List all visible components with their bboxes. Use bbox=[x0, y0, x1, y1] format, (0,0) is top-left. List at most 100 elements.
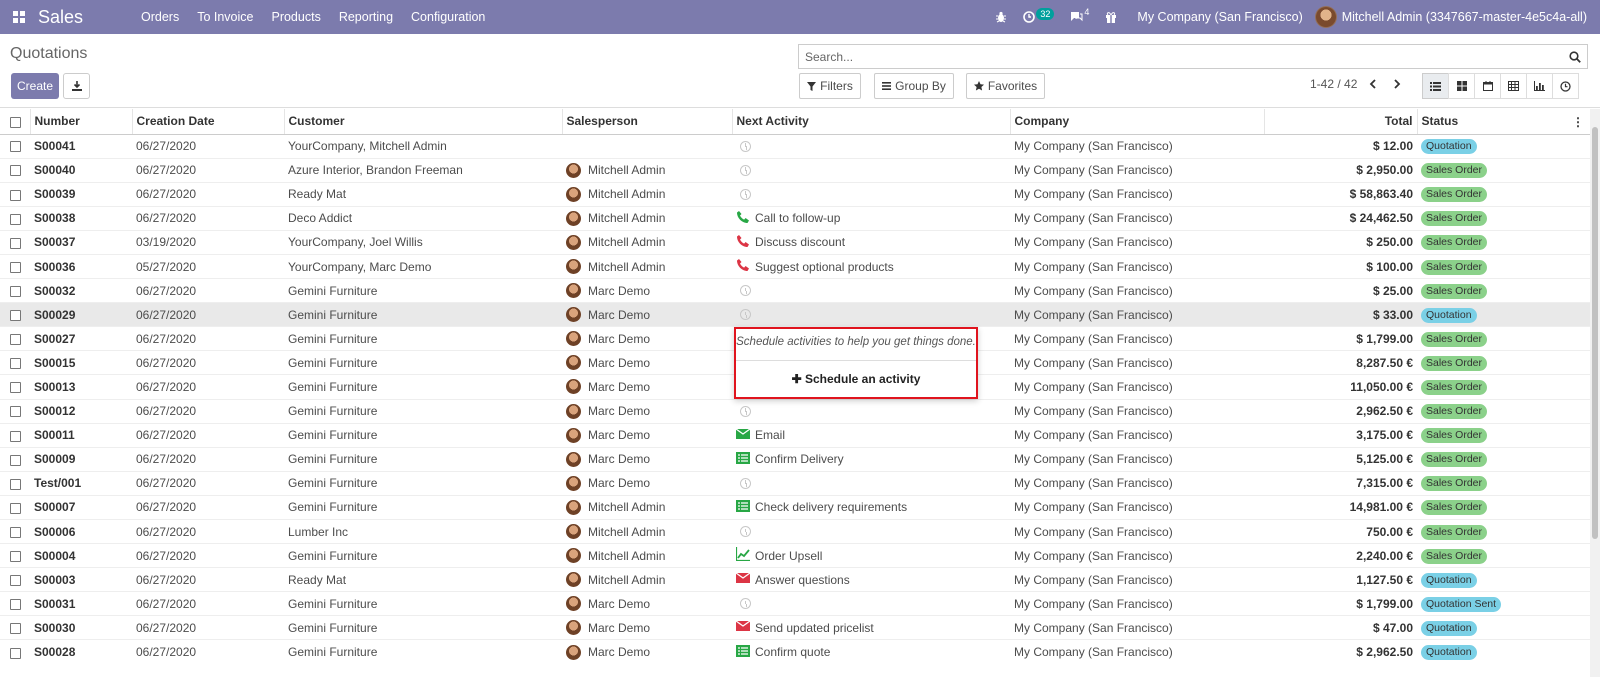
filters-button[interactable]: Filters bbox=[799, 73, 861, 99]
table-row[interactable]: S00041 06/27/2020 YourCompany, Mitchell … bbox=[0, 133, 1590, 159]
column-header-total[interactable]: Total bbox=[1263, 109, 1417, 135]
activity-item[interactable]: Call to follow-up bbox=[736, 210, 1006, 227]
clock-icon[interactable] bbox=[740, 598, 751, 610]
column-header-customer[interactable]: Customer bbox=[283, 109, 562, 135]
debug-bug-icon[interactable] bbox=[987, 0, 1015, 34]
row-checkbox[interactable] bbox=[0, 278, 30, 303]
clock-icon[interactable] bbox=[740, 309, 751, 321]
pager-value[interactable]: 1-42 / 42 bbox=[1310, 77, 1357, 91]
column-header-status[interactable]: Status ⋮ bbox=[1416, 109, 1590, 135]
row-checkbox[interactable] bbox=[0, 615, 30, 640]
table-row[interactable]: S00007 06/27/2020 Gemini Furniture Mitch… bbox=[0, 494, 1590, 520]
table-row[interactable]: S00004 06/27/2020 Gemini Furniture Mitch… bbox=[0, 543, 1590, 568]
pager-previous-icon[interactable] bbox=[1365, 76, 1379, 92]
activity-item[interactable]: Confirm Delivery bbox=[736, 451, 1006, 468]
menu-products[interactable]: Products bbox=[262, 10, 329, 24]
messages-icon[interactable]: 4 bbox=[1062, 0, 1097, 34]
activity-view-icon[interactable] bbox=[1552, 73, 1579, 99]
row-checkbox[interactable] bbox=[0, 639, 30, 665]
row-checkbox[interactable] bbox=[0, 326, 30, 351]
row-checkbox[interactable] bbox=[0, 446, 30, 472]
select-all-checkbox[interactable] bbox=[0, 109, 30, 135]
row-checkbox[interactable] bbox=[0, 302, 30, 327]
row-checkbox[interactable] bbox=[0, 470, 30, 496]
favorites-button[interactable]: Favorites bbox=[966, 73, 1045, 99]
menu-to-invoice[interactable]: To Invoice bbox=[188, 10, 262, 24]
optional-columns-icon[interactable]: ⋮ bbox=[1572, 115, 1584, 129]
activity-item[interactable]: Email bbox=[735, 427, 1006, 444]
activity-item[interactable]: Order Upsell bbox=[735, 547, 1006, 564]
row-checkbox[interactable] bbox=[0, 518, 30, 544]
pager-next-icon[interactable] bbox=[1390, 76, 1404, 92]
scrollbar-thumb[interactable] bbox=[1592, 127, 1598, 539]
clock-icon[interactable] bbox=[740, 188, 751, 200]
table-row[interactable]: S00038 06/27/2020 Deco Addict Mitchell A… bbox=[0, 205, 1590, 231]
gift-icon[interactable] bbox=[1097, 0, 1125, 34]
table-row[interactable]: S00009 06/27/2020 Gemini Furniture Marc … bbox=[0, 446, 1590, 472]
table-row[interactable]: S00032 06/27/2020 Gemini Furniture Marc … bbox=[0, 278, 1590, 303]
row-checkbox[interactable] bbox=[0, 422, 30, 448]
row-checkbox[interactable] bbox=[0, 494, 30, 520]
calendar-view-icon[interactable] bbox=[1474, 73, 1501, 99]
row-checkbox[interactable] bbox=[0, 229, 30, 255]
group-by-button[interactable]: Group By bbox=[874, 73, 954, 99]
pivot-view-icon[interactable] bbox=[1500, 73, 1527, 99]
row-checkbox[interactable] bbox=[0, 181, 30, 207]
user-menu[interactable]: Mitchell Admin (3347667-master-4e5c4a-al… bbox=[1314, 6, 1600, 28]
download-button[interactable] bbox=[63, 73, 90, 99]
row-checkbox[interactable] bbox=[0, 567, 30, 592]
table-row[interactable]: S00039 06/27/2020 Ready Mat Mitchell Adm… bbox=[0, 181, 1590, 207]
table-row[interactable]: S00037 03/19/2020 YourCompany, Joel Will… bbox=[0, 229, 1590, 255]
table-row[interactable]: S00012 06/27/2020 Gemini Furniture Marc … bbox=[0, 398, 1590, 424]
row-checkbox[interactable] bbox=[0, 591, 30, 616]
company-switcher[interactable]: My Company (San Francisco) bbox=[1125, 10, 1314, 24]
table-row[interactable]: S00029 06/27/2020 Gemini Furniture Marc … bbox=[0, 302, 1590, 327]
menu-reporting[interactable]: Reporting bbox=[330, 10, 402, 24]
activity-item[interactable]: Suggest optional products bbox=[736, 258, 1006, 275]
table-row[interactable]: S00011 06/27/2020 Gemini Furniture Marc … bbox=[0, 422, 1590, 448]
clock-icon[interactable] bbox=[740, 405, 751, 417]
menu-configuration[interactable]: Configuration bbox=[402, 10, 494, 24]
clock-icon[interactable] bbox=[740, 526, 751, 538]
table-row[interactable]: S00036 05/27/2020 YourCompany, Marc Demo… bbox=[0, 253, 1590, 279]
row-checkbox[interactable] bbox=[0, 133, 30, 159]
column-header-number[interactable]: Number bbox=[29, 109, 132, 135]
row-checkbox[interactable] bbox=[0, 205, 30, 231]
row-checkbox[interactable] bbox=[0, 398, 30, 424]
column-header-next-activity[interactable]: Next Activity bbox=[731, 109, 1010, 135]
table-row[interactable]: S00006 06/27/2020 Lumber Inc Mitchell Ad… bbox=[0, 518, 1590, 544]
activity-item[interactable]: Answer questions bbox=[735, 571, 1006, 588]
column-header-company[interactable]: Company bbox=[1009, 109, 1264, 135]
activity-item[interactable]: Check delivery requirements bbox=[736, 499, 1006, 516]
row-checkbox[interactable] bbox=[0, 543, 30, 568]
search-input[interactable] bbox=[805, 49, 1563, 64]
activity-item[interactable]: Send updated pricelist bbox=[735, 619, 1006, 636]
kanban-view-icon[interactable] bbox=[1448, 73, 1475, 99]
row-checkbox[interactable] bbox=[0, 374, 30, 400]
schedule-activity-button[interactable]: ✚ Schedule an activity bbox=[736, 361, 976, 386]
table-row[interactable]: S00028 06/27/2020 Gemini Furniture Marc … bbox=[0, 639, 1590, 665]
clock-icon[interactable] bbox=[740, 477, 751, 489]
table-row[interactable]: S00031 06/27/2020 Gemini Furniture Marc … bbox=[0, 591, 1590, 616]
list-view-icon[interactable] bbox=[1422, 73, 1449, 99]
row-checkbox[interactable] bbox=[0, 253, 30, 279]
create-button[interactable]: Create bbox=[11, 73, 59, 99]
menu-orders[interactable]: Orders bbox=[132, 10, 188, 24]
clock-icon[interactable] bbox=[740, 285, 751, 297]
column-header-salesperson[interactable]: Salesperson bbox=[561, 109, 732, 135]
clock-icon[interactable] bbox=[740, 164, 751, 176]
table-row[interactable]: S00030 06/27/2020 Gemini Furniture Marc … bbox=[0, 615, 1590, 640]
activity-clock-icon[interactable]: 32 bbox=[1015, 0, 1062, 34]
column-header-creation-date[interactable]: Creation Date bbox=[131, 109, 284, 135]
table-row[interactable]: Test/001 06/27/2020 Gemini Furniture Mar… bbox=[0, 470, 1590, 496]
activity-item[interactable]: Confirm quote bbox=[736, 644, 1006, 661]
clock-icon[interactable] bbox=[740, 140, 751, 152]
app-name[interactable]: Sales bbox=[38, 7, 132, 28]
table-row[interactable]: S00003 06/27/2020 Ready Mat Mitchell Adm… bbox=[0, 567, 1590, 592]
table-row[interactable]: S00040 06/27/2020 Azure Interior, Brando… bbox=[0, 157, 1590, 183]
activity-item[interactable]: Discuss discount bbox=[736, 234, 1006, 251]
row-checkbox[interactable] bbox=[0, 350, 30, 375]
apps-menu-icon[interactable] bbox=[0, 0, 38, 34]
search-bar[interactable] bbox=[798, 44, 1588, 69]
row-checkbox[interactable] bbox=[0, 157, 30, 183]
